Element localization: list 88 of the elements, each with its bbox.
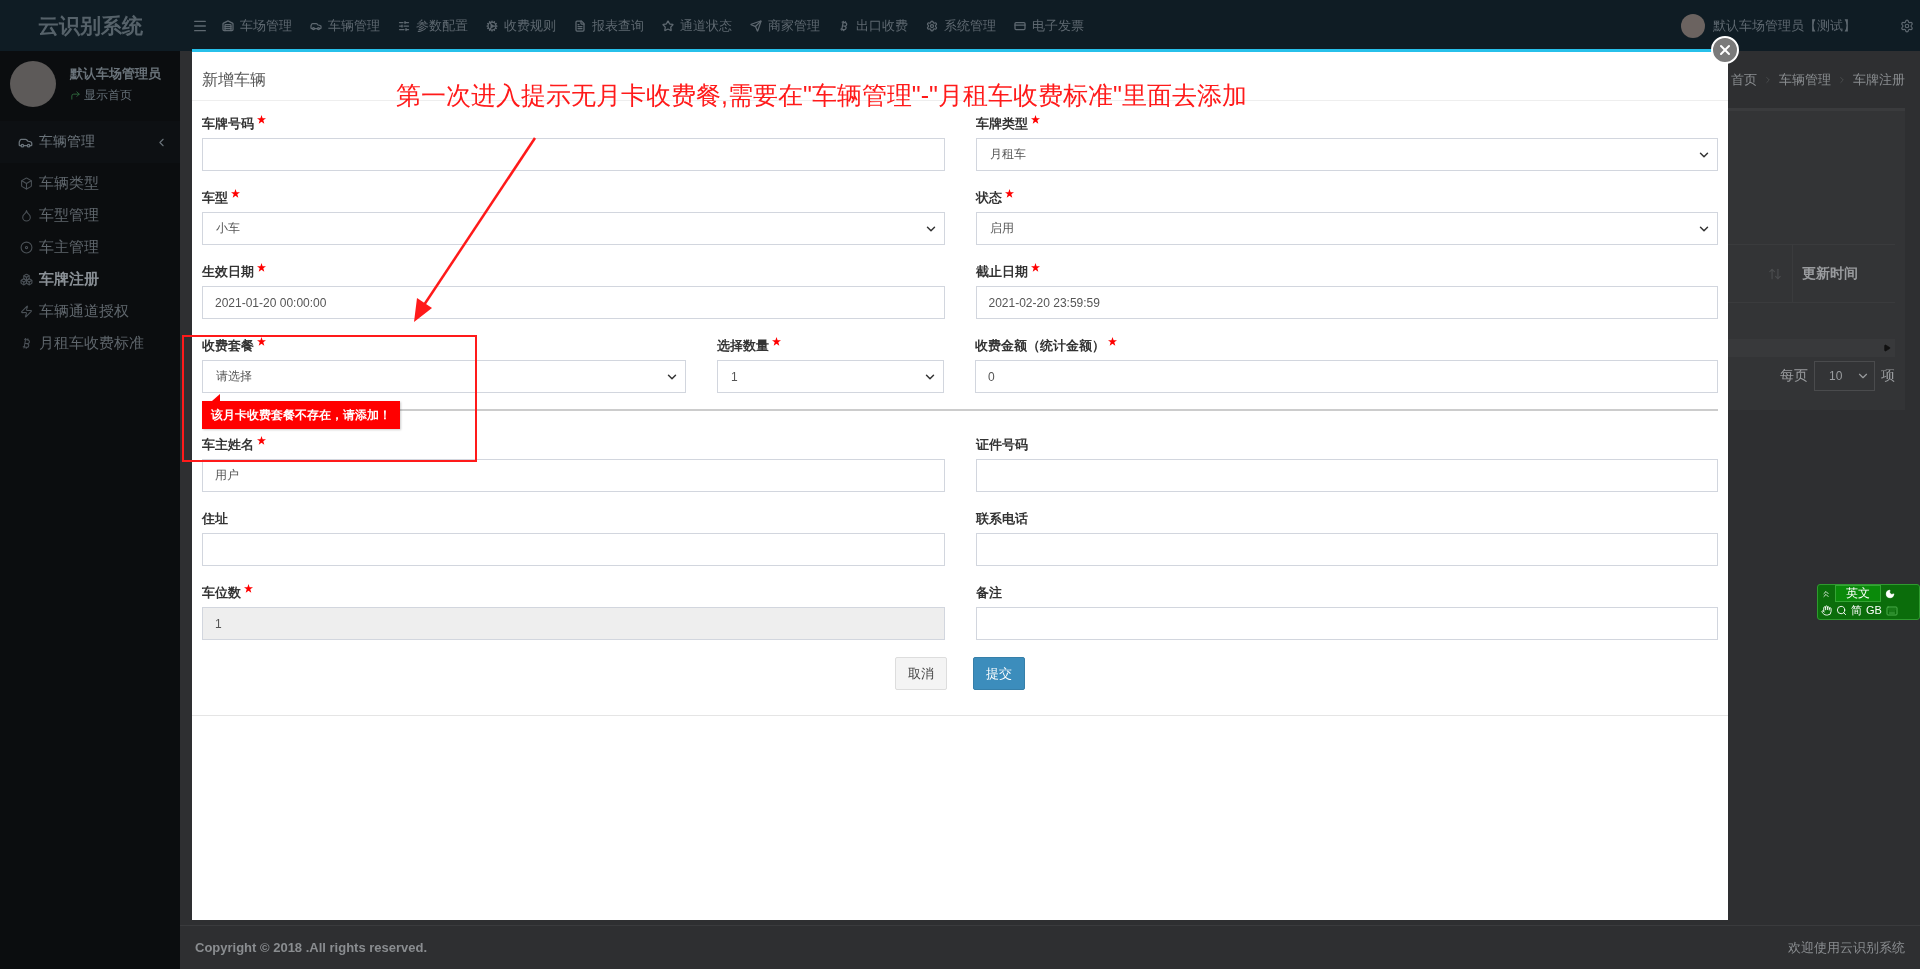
column-header: 更新时间 <box>1801 263 1859 283</box>
modal-title: 新增车辆 <box>202 70 266 90</box>
nav-item[interactable]: 商家管理 <box>762 16 838 35</box>
nav-icon <box>662 19 674 32</box>
input-field[interactable] <box>975 607 1718 640</box>
user-avatar <box>10 61 56 107</box>
welcome-text: 欢迎使用云识别系统 <box>1788 938 1905 957</box>
submit-button[interactable]: 提交 <box>973 657 1025 690</box>
user-avatar[interactable] <box>1681 13 1705 38</box>
scroll-arrow-icon[interactable] <box>1883 344 1891 352</box>
input-field[interactable] <box>202 138 945 171</box>
field-label: 备注 <box>975 584 1002 602</box>
menu-item[interactable]: 车型管理 <box>39 199 99 231</box>
input-field[interactable]: 2021-01-20 00:00:00 <box>202 286 945 319</box>
nav-icon <box>574 19 586 32</box>
page-size-label: 每页 <box>1780 367 1808 385</box>
breadcrumb-link[interactable]: 首页 <box>1731 70 1757 89</box>
input-mode-button[interactable]: 英文 <box>1835 585 1881 602</box>
field-label: 状态 <box>975 189 1002 207</box>
moon-icon[interactable] <box>1885 588 1895 599</box>
select-field[interactable]: 启用 <box>975 212 1718 245</box>
annotation-text: 第一次进入提示无月卡收费餐,需要在"车辆管理"-"月租车收费标准"里面去添加 <box>396 80 1247 111</box>
user-name[interactable]: 默认车场管理员【测试】 <box>1713 16 1856 35</box>
nav-item[interactable]: 报表查询 <box>586 16 662 35</box>
menu-group-label: 车辆管理 <box>39 133 95 151</box>
input-field[interactable]: 用户 <box>202 459 945 492</box>
nav-item[interactable]: 出口收费 <box>850 16 926 35</box>
field-label: 住址 <box>202 510 228 528</box>
menu-item[interactable]: 月租车收费标准 <box>39 327 144 359</box>
app-brand: 云识别系统 <box>36 12 144 39</box>
field-label: 联系电话 <box>975 510 1028 528</box>
field-label: 车牌类型 <box>975 115 1028 133</box>
field-label: 生效日期 <box>202 263 254 281</box>
search-icon[interactable] <box>1836 605 1847 616</box>
select-field[interactable]: 小车 <box>202 212 945 245</box>
error-tooltip: 该月卡收费套餐不存在，请添加！ <box>202 401 400 429</box>
home-link[interactable]: 显示首页 <box>84 86 132 104</box>
select-field[interactable]: 请选择 <box>202 360 686 393</box>
copyright-text: Copyright © 2018 .All rights reserved. <box>195 940 428 955</box>
settings-icon[interactable] <box>1900 18 1914 33</box>
field-label: 收费金额（统计金额） <box>975 337 1105 355</box>
field-label: 车位数 <box>202 584 241 602</box>
nav-item[interactable]: 电子发票 <box>1026 16 1102 35</box>
field-label: 车主姓名 <box>202 436 254 454</box>
nav-item[interactable]: 通道状态 <box>674 16 750 35</box>
nav-item[interactable]: 系统管理 <box>938 16 1014 35</box>
input-field[interactable] <box>202 533 945 566</box>
input-field[interactable] <box>975 459 1718 492</box>
select-field[interactable]: 月租车 <box>975 138 1718 171</box>
menu-item[interactable]: 车辆类型 <box>39 167 99 199</box>
arrow-icon <box>70 89 81 101</box>
nav-icon <box>398 19 410 32</box>
field-label: 车牌号码 <box>202 115 254 133</box>
select-field[interactable]: 1 <box>717 360 944 393</box>
nav-item[interactable]: 参数配置 <box>410 16 486 35</box>
nav-icon <box>222 19 234 32</box>
nav-icon <box>750 19 762 32</box>
page-size-label: 项 <box>1881 367 1895 385</box>
nav-icon <box>838 19 850 32</box>
menu-item[interactable]: 车主管理 <box>39 231 99 263</box>
hand-icon[interactable] <box>1821 605 1832 616</box>
menu-group[interactable]: 车辆管理 <box>0 121 180 163</box>
field-label: 选择数量 <box>717 337 769 355</box>
user-name: 默认车场管理员 <box>70 64 161 83</box>
field-label: 收费套餐 <box>202 337 254 355</box>
menu-item[interactable]: 车牌注册 <box>39 263 99 295</box>
keyboard-icon[interactable] <box>1885 604 1898 617</box>
nav-icon <box>1014 19 1026 32</box>
nav-item[interactable]: 收费规则 <box>498 16 574 35</box>
field-label: 证件号码 <box>975 436 1028 454</box>
nav-icon <box>486 19 498 32</box>
nav-item[interactable]: 车场管理 <box>234 16 310 35</box>
collapse-icon[interactable] <box>1821 588 1831 599</box>
cancel-button[interactable]: 取消 <box>895 657 947 690</box>
menu-item[interactable]: 车辆通道授权 <box>39 295 129 327</box>
input-field[interactable]: 0 <box>975 360 1718 393</box>
input-field[interactable]: 2021-02-20 23:59:59 <box>975 286 1718 319</box>
close-icon <box>1717 42 1733 58</box>
field-label: 车型 <box>202 189 228 207</box>
breadcrumb-link[interactable]: 车牌注册 <box>1853 70 1905 89</box>
input-field[interactable] <box>975 533 1718 566</box>
nav-item[interactable]: 车辆管理 <box>322 16 398 35</box>
breadcrumb-link[interactable]: 车辆管理 <box>1779 70 1831 89</box>
field-label: 截止日期 <box>975 263 1028 281</box>
charset-button[interactable]: 简 <box>1851 603 1862 618</box>
nav-icon <box>926 19 938 32</box>
encoding-button[interactable]: GB <box>1866 603 1882 618</box>
page-size-select[interactable]: 10 <box>1814 361 1875 391</box>
